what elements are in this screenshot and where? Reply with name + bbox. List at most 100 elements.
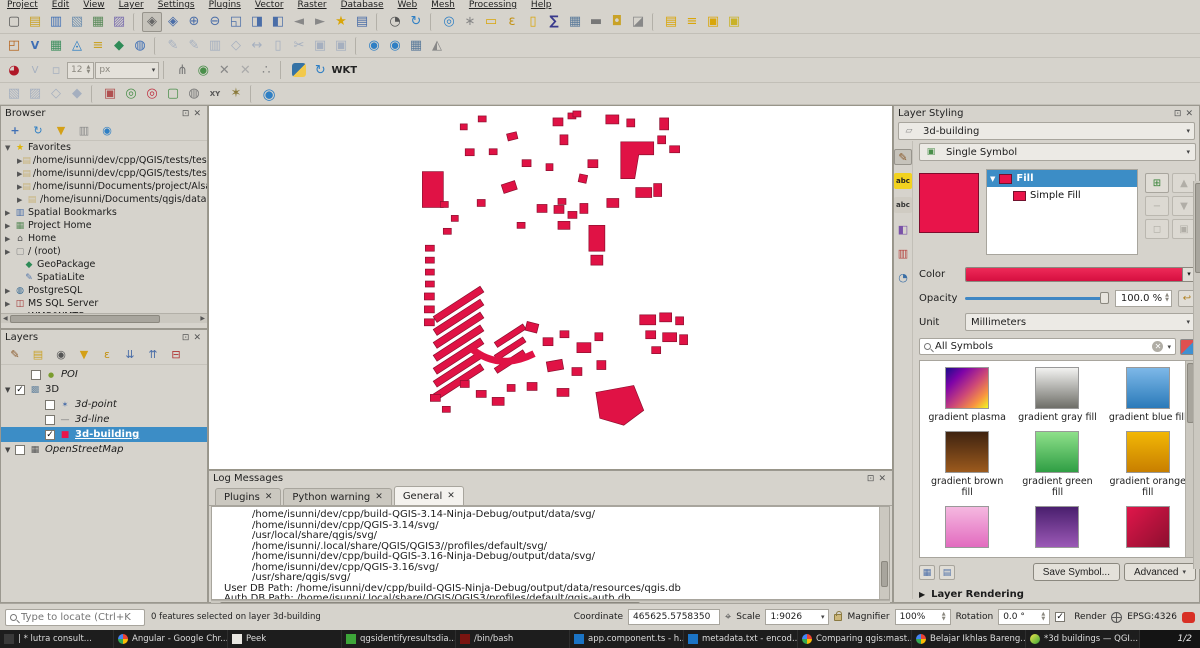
delete-part-button[interactable]: ✕ (214, 60, 234, 80)
log-tab-general[interactable]: General ✕ (394, 486, 464, 505)
paste-features-button[interactable]: ▣ (331, 36, 351, 56)
grid-tools-button[interactable]: ▦ (406, 36, 426, 56)
save-as-image-button[interactable]: ▧ (67, 12, 87, 32)
refresh-wkt-button[interactable]: ↻ (310, 60, 330, 80)
layer-rendering-section[interactable]: ▶ Layer Rendering (919, 589, 1196, 600)
reshape-button[interactable]: ∴ (256, 60, 276, 80)
snapping-button[interactable]: ◉ (193, 60, 213, 80)
python-console-button[interactable] (289, 60, 309, 80)
crs-globe-icon[interactable] (1111, 612, 1122, 623)
menu-vector[interactable]: Vector (248, 0, 291, 10)
add-vector-layer-button[interactable]: V (25, 36, 45, 56)
menu-web[interactable]: Web (391, 0, 425, 10)
copy-features-button[interactable]: ▣ (310, 36, 330, 56)
wkt-tool-button[interactable]: WKT (331, 65, 357, 76)
menu-edit[interactable]: Edit (45, 0, 76, 10)
vertex-editor-button[interactable]: ◕ (4, 60, 24, 80)
scroll-left-icon[interactable]: ◀ (1, 315, 10, 322)
current-edits-button[interactable]: ✎ (163, 36, 183, 56)
marker-size-button[interactable]: ▫ (46, 60, 66, 80)
lock-scale-icon[interactable] (834, 614, 842, 621)
close-tab-icon[interactable]: ✕ (375, 492, 383, 502)
scrollbar-thumb[interactable] (881, 561, 888, 587)
locate-search-box[interactable] (5, 609, 145, 626)
symbol-search-input[interactable]: All Symbols ✕ ▾ (919, 338, 1176, 355)
delete-ring-button[interactable]: ✕ (235, 60, 255, 80)
zoom-out-tool[interactable]: ⊖ (205, 12, 225, 32)
symbol-gradient-blue-fill[interactable]: gradient blue fill (1103, 367, 1193, 423)
save-edits-button[interactable]: ▥ (205, 36, 225, 56)
browser-item-project-folder[interactable]: ▶ ▤ /home/isunni/Documents/project/Alsa2… (1, 180, 207, 193)
spin-arrows-icon[interactable]: ▲▼ (86, 65, 90, 75)
browser-item-spatialite[interactable]: ✎ SpatiaLite (1, 271, 207, 284)
delete-selected-button[interactable]: ▯ (268, 36, 288, 56)
show-bookmarks-button[interactable]: ▤ (352, 12, 372, 32)
log-tab-plugins[interactable]: Plugins ✕ (215, 488, 281, 505)
layer-item-3d-group[interactable]: ▼ ▩ 3D (1, 382, 207, 397)
tree-expander-icon[interactable]: ▼ (5, 446, 15, 454)
layout-north-arrow-button[interactable]: ▧ (4, 84, 24, 104)
run-feature-action-tool[interactable]: ∗ (460, 12, 480, 32)
vertex-unit-combo[interactable]: px ▾ (95, 62, 159, 79)
add-wms-layer-button[interactable]: ◍ (130, 36, 150, 56)
add-geopackage-button[interactable]: ◆ (109, 36, 129, 56)
scrollbar-thumb[interactable] (10, 315, 160, 323)
float-panel-icon[interactable]: ⊡ (865, 474, 877, 484)
styling-tab-labels[interactable]: abc (894, 173, 912, 189)
tree-expander-icon[interactable]: ▼ (990, 175, 995, 183)
layout-manager-button[interactable]: ▨ (109, 12, 129, 32)
symbol-gradient-gray-fill[interactable]: gradient gray fill (1012, 367, 1102, 423)
select-features-tool[interactable]: ▭ (481, 12, 501, 32)
toggle-editing-button[interactable]: ✎ (184, 36, 204, 56)
data-source-manager-button[interactable]: ◰ (4, 36, 24, 56)
taskbar-item-peek[interactable]: Peek (228, 630, 342, 648)
copy-features-menu[interactable]: ▣ (703, 12, 723, 32)
symbol-tree-simple-fill-row[interactable]: Simple Fill (987, 187, 1137, 204)
taskbar-item-lutra[interactable]: | * lutra consult... (0, 630, 114, 648)
refresh-map-button[interactable]: ↻ (406, 12, 426, 32)
crs-value[interactable]: EPSG:4326 (1127, 612, 1177, 622)
processing-circle-button[interactable]: ◉ (259, 84, 279, 104)
taskbar-item-qgsidentify[interactable]: qgsidentifyresultsdia... (342, 630, 456, 648)
tree-expander-icon[interactable]: ▼ (5, 144, 14, 152)
tree-expander-icon[interactable]: ▶ (5, 222, 14, 230)
log-tab-python-warning[interactable]: Python warning ✕ (283, 488, 391, 505)
log-line[interactable]: /home/isunni/dev/cpp/build-QGIS-3.14-Nin… (212, 510, 889, 521)
layer-visibility-checkbox[interactable] (15, 385, 25, 395)
layer-item-poi[interactable]: ● POI (1, 367, 207, 382)
layer-item-3d-line[interactable]: — 3d-line (1, 412, 207, 427)
taskbar-item-qgis[interactable]: *3d buildings — QGI... (1026, 630, 1140, 648)
spin-arrows-icon[interactable]: ▲▼ (1041, 612, 1045, 622)
add-raster-layer-button[interactable]: ▦ (46, 36, 66, 56)
tree-expander-icon[interactable]: ▶ (17, 196, 26, 204)
open-layer-styling-button[interactable]: ✎ (5, 346, 25, 363)
identify-features-tool[interactable]: ◎ (439, 12, 459, 32)
new-feature-button[interactable]: ◇ (226, 36, 246, 56)
zoom-last-button[interactable]: ◄ (289, 12, 309, 32)
unit-combo[interactable]: Millimeters ▾ (965, 313, 1196, 331)
new-project-button[interactable]: ▢ (4, 12, 24, 32)
mouse-position-icon[interactable]: ⌖ (725, 610, 731, 624)
pan-map-tool[interactable]: ◈ (142, 12, 162, 32)
zoom-full-button[interactable]: ◱ (226, 12, 246, 32)
browser-item-spatial-bookmarks[interactable]: ▶ ▥ Spatial Bookmarks (1, 206, 207, 219)
symbol-gradient-purple-fill[interactable] (1012, 506, 1102, 558)
layer-item-3d-building[interactable]: ■ 3d-building (1, 427, 207, 442)
symbol-gradient-orange-fill[interactable]: gradient orange fill (1103, 431, 1193, 498)
filter-expression-button[interactable]: ε (97, 346, 117, 363)
web-globe-button[interactable]: ◍ (184, 84, 204, 104)
pan-to-selection-tool[interactable]: ◈ (163, 12, 183, 32)
tree-expander-icon[interactable]: ▶ (5, 287, 14, 295)
opacity-spinbox[interactable]: 100.0 % ▲▼ (1115, 290, 1172, 307)
opacity-slider[interactable] (965, 291, 1109, 305)
styling-layer-selector[interactable]: ▱ 3d-building ▾ (898, 122, 1195, 140)
symbol-tree-fill-row[interactable]: ▼ Fill (987, 170, 1137, 187)
measure-tool[interactable]: ▬ (586, 12, 606, 32)
annotation-tool[interactable]: ◪ (628, 12, 648, 32)
deselect-features-button[interactable]: ▯ (523, 12, 543, 32)
settings-wrench-button[interactable]: ✶ (226, 84, 246, 104)
browser-item-favorites[interactable]: ▼ ★ Favorites (1, 141, 207, 154)
menu-plugins[interactable]: Plugins (202, 0, 248, 10)
add-mesh-layer-button[interactable]: ◬ (67, 36, 87, 56)
expand-all-button[interactable]: ⇊ (120, 346, 140, 363)
